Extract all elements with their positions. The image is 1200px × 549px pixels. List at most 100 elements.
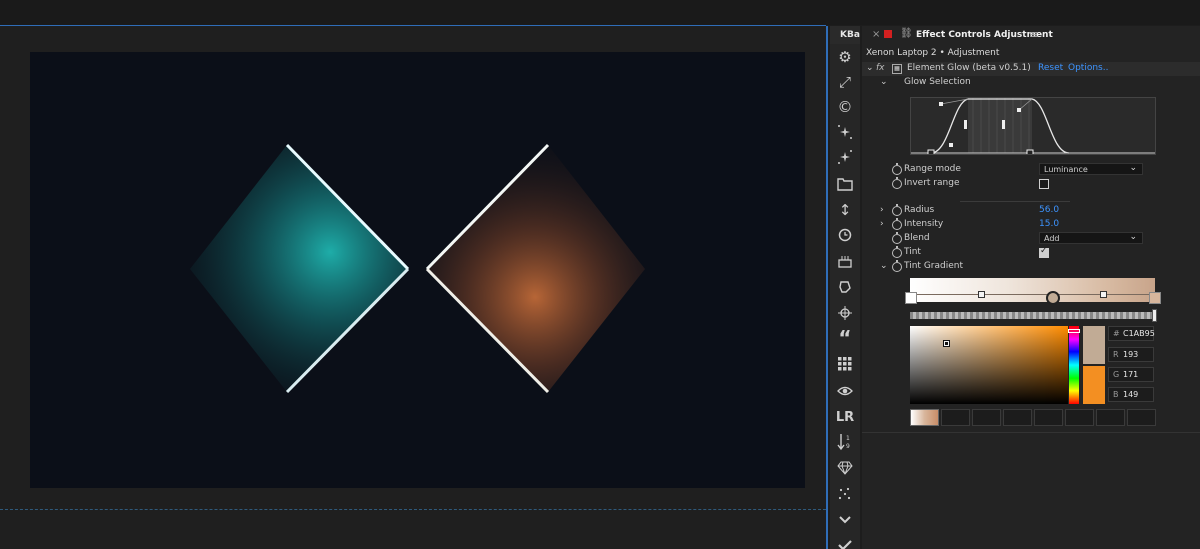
effect-name: Element Glow (beta v0.5.1) — [907, 63, 1031, 73]
range-mode-row: Range mode Luminance ⌄ — [862, 163, 1200, 177]
chevron-right-icon[interactable]: › — [880, 219, 884, 229]
reset-link[interactable]: Reset — [1038, 63, 1063, 73]
original-color-swatch[interactable] — [1083, 366, 1105, 404]
chevron-down-icon[interactable]: ⌄ — [880, 261, 888, 271]
program-monitor — [0, 26, 826, 549]
invert-range-checkbox[interactable] — [1039, 179, 1049, 189]
current-color-swatch — [1083, 326, 1105, 364]
saturation-value-picker[interactable] — [910, 326, 1068, 404]
gradient-start-stop[interactable] — [905, 292, 917, 304]
options-link[interactable]: Options.. — [1068, 63, 1108, 73]
stopwatch-icon[interactable] — [892, 177, 902, 189]
gradient-preset[interactable] — [1065, 409, 1094, 426]
expand-icon[interactable]: ⤢ — [830, 71, 860, 93]
timeline-edge — [0, 509, 826, 510]
clip-name: Xenon Laptop 2 • Adjustment — [866, 48, 1000, 58]
panel-border — [826, 26, 828, 549]
spark-icon[interactable] — [830, 121, 860, 143]
chevron-down-icon[interactable] — [830, 509, 860, 531]
stopwatch-icon[interactable] — [892, 204, 902, 216]
tint-checkbox[interactable] — [1039, 246, 1049, 258]
panel-tab-bar: × ⛓ Effect Controls Adjustment ≡ — [862, 26, 1200, 44]
gradient-preset[interactable] — [941, 409, 970, 426]
tint-gradient-bar[interactable] — [910, 278, 1155, 302]
opacity-slider-handle[interactable] — [1152, 309, 1157, 322]
gradient-preset[interactable] — [910, 409, 939, 426]
gradient-preset[interactable] — [1034, 409, 1063, 426]
stopwatch-icon[interactable] — [892, 163, 902, 175]
diamond-icon[interactable] — [830, 457, 860, 479]
eye-icon[interactable] — [830, 380, 860, 402]
quote-icon[interactable]: “ — [830, 327, 860, 349]
stopwatch-icon[interactable] — [892, 246, 902, 258]
color-picker-cursor[interactable] — [943, 340, 950, 347]
gradient-preset[interactable] — [1096, 409, 1125, 426]
clock-icon[interactable] — [830, 224, 860, 246]
chevron-right-icon[interactable]: › — [880, 205, 884, 215]
cake-icon[interactable] — [830, 250, 860, 272]
opacity-slider[interactable] — [910, 312, 1153, 319]
gradient-midpoint-handle[interactable] — [978, 291, 985, 298]
sort-icon[interactable]: 19 — [830, 431, 860, 453]
svg-text:9: 9 — [846, 443, 850, 450]
stopwatch-icon[interactable] — [892, 232, 902, 244]
red-label: R — [1113, 350, 1119, 359]
invert-range-row: Invert range — [862, 177, 1200, 191]
tint-gradient-row: ⌄ Tint Gradient — [862, 260, 1200, 274]
red-value: 193 — [1123, 350, 1139, 359]
range-mode-label: Range mode — [904, 164, 961, 174]
gradient-preset[interactable] — [972, 409, 1001, 426]
close-icon[interactable]: × — [872, 29, 880, 40]
preview-frame — [30, 52, 805, 488]
glow-selection-curve[interactable] — [910, 97, 1156, 157]
hue-slider-handle[interactable] — [1068, 329, 1080, 333]
hue-slider[interactable] — [1069, 326, 1079, 404]
red-field[interactable]: R 193 — [1108, 347, 1154, 362]
gear-icon[interactable]: ⚙ — [830, 46, 860, 68]
range-mode-value: Luminance — [1044, 165, 1088, 174]
app-window: KBar ⚙ ⤢ © ↕ “ LR — [0, 0, 1200, 549]
hex-prefix: # — [1113, 329, 1120, 338]
gradient-end-stop[interactable] — [1149, 292, 1161, 304]
menu-icon[interactable]: ≡ — [1029, 28, 1038, 41]
dots-icon[interactable] — [830, 483, 860, 505]
checkmark-icon[interactable] — [830, 534, 860, 549]
blend-row: Blend Add ⌄ — [862, 232, 1200, 246]
intensity-value[interactable]: 15.0 — [1039, 219, 1059, 229]
video-preview[interactable] — [30, 52, 805, 488]
crosshair-icon[interactable] — [830, 302, 860, 324]
chevron-down-icon[interactable]: ⌄ — [880, 77, 888, 87]
range-mode-dropdown[interactable]: Luminance ⌄ — [1039, 163, 1143, 175]
blue-label: B — [1113, 390, 1119, 399]
grid-icon[interactable] — [830, 353, 860, 375]
radius-value[interactable]: 56.0 — [1039, 205, 1059, 215]
link-icon[interactable]: ⛓ — [900, 28, 913, 39]
shape-icon[interactable] — [830, 276, 860, 298]
blue-field[interactable]: B 149 — [1108, 387, 1154, 402]
kbar-tab[interactable]: KBar — [830, 26, 860, 44]
gradient-color-stop[interactable] — [1046, 291, 1060, 305]
gradient-preset[interactable] — [1003, 409, 1032, 426]
intensity-row: › Intensity 15.0 — [862, 218, 1200, 232]
lr-icon[interactable]: LR — [830, 406, 860, 428]
stopwatch-icon[interactable] — [892, 218, 902, 230]
tint-gradient-label: Tint Gradient — [904, 261, 963, 271]
hex-field[interactable]: # C1AB95 — [1108, 326, 1155, 341]
red-label-icon — [884, 30, 892, 38]
green-field[interactable]: G 171 — [1108, 367, 1154, 382]
blend-dropdown[interactable]: Add ⌄ — [1039, 232, 1143, 244]
kbar-toolbar: KBar ⚙ ⤢ © ↕ “ LR — [830, 26, 860, 549]
chevron-down-icon[interactable]: ⌄ — [866, 63, 874, 73]
curve-graph — [911, 98, 1155, 157]
spark-alt-icon[interactable] — [830, 146, 860, 168]
chevron-down-icon: ⌄ — [1129, 163, 1137, 173]
stopwatch-icon[interactable] — [892, 260, 902, 272]
vertical-arrows-icon[interactable]: ↕ — [830, 199, 860, 221]
gradient-preset[interactable] — [1127, 409, 1156, 426]
fx-label[interactable]: fx — [876, 63, 885, 73]
folder-icon[interactable] — [830, 173, 860, 195]
effect-header[interactable]: ⌄ fx ▦ Element Glow (beta v0.5.1) Reset … — [862, 62, 1200, 76]
blend-value: Add — [1044, 234, 1060, 243]
copyright-icon[interactable]: © — [830, 96, 860, 118]
gradient-midpoint-handle[interactable] — [1100, 291, 1107, 298]
